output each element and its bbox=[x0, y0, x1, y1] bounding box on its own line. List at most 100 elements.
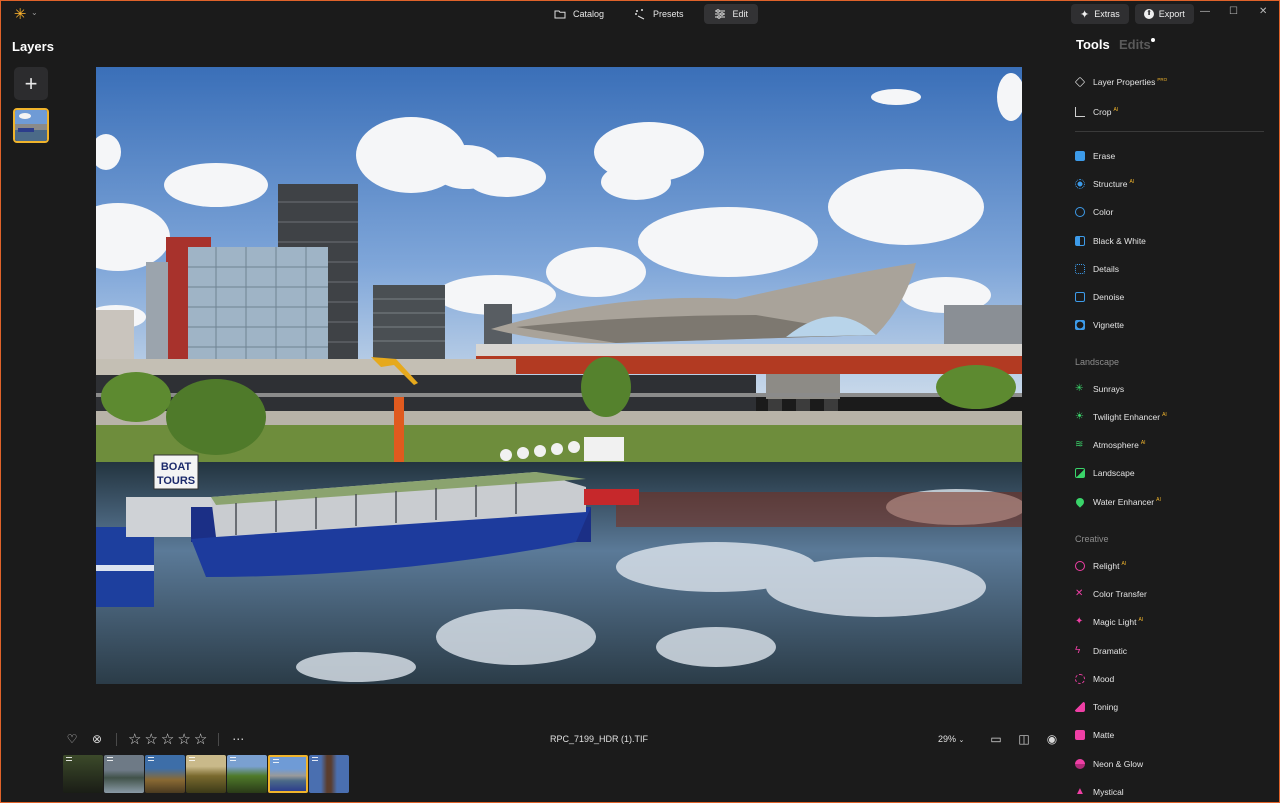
export-icon: ⬆ bbox=[1143, 9, 1154, 19]
image-filename: RPC_7199_HDR (1).TIF bbox=[550, 734, 649, 744]
tool-label: Water Enhancer bbox=[1093, 497, 1155, 507]
tool-label: Neon & Glow bbox=[1093, 759, 1144, 769]
dramatic-icon: ϟ bbox=[1075, 645, 1081, 656]
tab-tools[interactable]: Tools bbox=[1076, 37, 1110, 52]
tool-label: Vignette bbox=[1093, 320, 1125, 330]
section-divider bbox=[1075, 131, 1264, 132]
zoom-value: 29% bbox=[938, 734, 957, 744]
tool-layer-properties[interactable]: Layer Properties PRO bbox=[1074, 75, 1168, 89]
black-white-icon bbox=[1075, 236, 1085, 246]
sunrays-icon: ✳ bbox=[1075, 383, 1084, 394]
tool-structure[interactable]: Structure AI bbox=[1075, 177, 1134, 191]
tool-dramatic[interactable]: ϟ Dramatic bbox=[1075, 644, 1127, 658]
tool-color[interactable]: Color bbox=[1075, 205, 1113, 219]
tool-toning[interactable]: Toning bbox=[1075, 700, 1118, 714]
ai-badge: AI bbox=[1121, 561, 1127, 568]
tool-label: Details bbox=[1093, 264, 1119, 274]
extras-button[interactable]: ✦ Extras bbox=[1071, 4, 1129, 24]
star-3-icon[interactable]: ☆ bbox=[161, 732, 174, 747]
photo-canvas[interactable]: BOAT TOURS bbox=[96, 67, 1022, 684]
app-logo-icon[interactable]: ✳ bbox=[10, 5, 30, 23]
film-thumbnail-active[interactable] bbox=[268, 755, 308, 793]
film-thumbnail[interactable] bbox=[227, 755, 267, 793]
tool-water-enhancer[interactable]: Water Enhancer AI bbox=[1074, 495, 1161, 509]
tool-matte[interactable]: Matte bbox=[1075, 728, 1114, 742]
tool-denoise[interactable]: Denoise bbox=[1075, 290, 1124, 304]
landscape-icon bbox=[1075, 468, 1085, 478]
tool-erase[interactable]: Erase bbox=[1075, 149, 1115, 163]
film-thumbnail[interactable] bbox=[104, 755, 144, 793]
section-landscape: Landscape bbox=[1075, 357, 1120, 367]
star-5-icon[interactable]: ☆ bbox=[194, 732, 207, 747]
magic-light-icon: ✦ bbox=[1075, 616, 1084, 627]
nav-presets-label: Presets bbox=[653, 9, 684, 19]
nav-presets-button[interactable]: Presets bbox=[624, 4, 694, 24]
tool-relight[interactable]: Relight AI bbox=[1075, 559, 1126, 573]
tool-neon-glow[interactable]: Neon & Glow bbox=[1075, 757, 1143, 771]
tool-magic-light[interactable]: ✦ Magic Light AI bbox=[1075, 615, 1143, 629]
boat-sign-line-2: TOURS bbox=[157, 475, 195, 487]
toolbar-divider bbox=[218, 732, 220, 746]
tool-label: Mood bbox=[1093, 674, 1115, 684]
tool-atmosphere[interactable]: ≋ Atmosphere AI bbox=[1075, 438, 1146, 452]
tool-mood[interactable]: Mood bbox=[1075, 672, 1114, 686]
atmosphere-icon: ≋ bbox=[1075, 439, 1084, 450]
tool-sunrays[interactable]: ✳ Sunrays bbox=[1075, 382, 1124, 396]
color-icon bbox=[1075, 207, 1085, 217]
more-options-icon[interactable]: ⋯ bbox=[230, 731, 246, 747]
structure-icon bbox=[1075, 179, 1085, 189]
compare-split-icon[interactable]: ◫ bbox=[1016, 731, 1032, 747]
neon-glow-icon bbox=[1075, 759, 1085, 769]
nav-edit-button[interactable]: Edit bbox=[703, 4, 759, 24]
nav-catalog-button[interactable]: Catalog bbox=[544, 4, 614, 24]
film-thumbnail[interactable] bbox=[186, 755, 226, 793]
minimize-icon[interactable]: — bbox=[1200, 6, 1210, 17]
tool-label: Toning bbox=[1093, 702, 1119, 712]
tool-label: Sunrays bbox=[1093, 384, 1125, 394]
add-layer-button[interactable]: + bbox=[14, 67, 48, 100]
layer-thumbnail[interactable] bbox=[13, 108, 49, 143]
reject-icon[interactable]: ⊗ bbox=[89, 731, 105, 747]
tool-vignette[interactable]: Vignette bbox=[1075, 318, 1124, 332]
sliders-icon bbox=[714, 9, 725, 19]
color-transfer-icon: ✕ bbox=[1075, 588, 1084, 599]
film-thumbnail[interactable] bbox=[63, 755, 103, 793]
pro-badge: PRO bbox=[1157, 77, 1168, 83]
tool-mystical[interactable]: ▲ Mystical bbox=[1075, 785, 1124, 799]
star-1-icon[interactable]: ☆ bbox=[128, 732, 141, 747]
export-button[interactable]: ⬆ Export bbox=[1134, 4, 1194, 24]
tool-label: Twilight Enhancer bbox=[1093, 412, 1161, 422]
tab-edits[interactable]: Edits bbox=[1119, 37, 1151, 52]
favorite-heart-icon[interactable]: ♡ bbox=[64, 731, 80, 747]
ai-badge: AI bbox=[1138, 617, 1144, 624]
export-label: Export bbox=[1158, 9, 1185, 19]
star-rating[interactable]: ☆ ☆ ☆ ☆ ☆ bbox=[128, 732, 207, 747]
tool-color-transfer[interactable]: ✕ Color Transfer bbox=[1075, 587, 1147, 601]
maximize-icon[interactable]: ☐ bbox=[1229, 6, 1238, 17]
tool-label: Color bbox=[1093, 207, 1114, 217]
toolbar-divider bbox=[116, 732, 117, 746]
tool-landscape[interactable]: Landscape bbox=[1075, 466, 1135, 480]
erase-icon bbox=[1075, 151, 1085, 161]
tool-crop[interactable]: Crop AI bbox=[1075, 105, 1118, 119]
film-thumbnail[interactable] bbox=[145, 755, 185, 793]
preview-eye-icon[interactable]: ◉ bbox=[1044, 731, 1060, 747]
sparkle-icon: ✦ bbox=[1080, 8, 1090, 21]
tool-black-white[interactable]: Black & White bbox=[1075, 234, 1146, 248]
close-icon[interactable]: ✕ bbox=[1259, 6, 1267, 17]
nav-edit-label: Edit bbox=[732, 9, 749, 19]
main-navigation: Catalog Presets Edit bbox=[544, 4, 759, 24]
star-4-icon[interactable]: ☆ bbox=[177, 732, 190, 747]
app-menu-chevron-icon[interactable]: ⌄ bbox=[31, 8, 38, 17]
crop-icon bbox=[1075, 107, 1085, 117]
tool-label: Layer Properties bbox=[1093, 77, 1156, 87]
zoom-dropdown[interactable]: 29% ⌄ bbox=[938, 734, 964, 744]
mystical-icon: ▲ bbox=[1075, 786, 1085, 797]
tool-details[interactable]: Details bbox=[1075, 262, 1119, 276]
ai-badge: AI bbox=[1162, 412, 1167, 419]
fit-screen-icon[interactable]: ▭ bbox=[988, 731, 1004, 747]
tool-twilight-enhancer[interactable]: ☀ Twilight Enhancer AI bbox=[1075, 410, 1167, 424]
film-thumbnail[interactable] bbox=[309, 755, 349, 793]
star-2-icon[interactable]: ☆ bbox=[144, 732, 157, 747]
nav-catalog-label: Catalog bbox=[573, 9, 605, 19]
